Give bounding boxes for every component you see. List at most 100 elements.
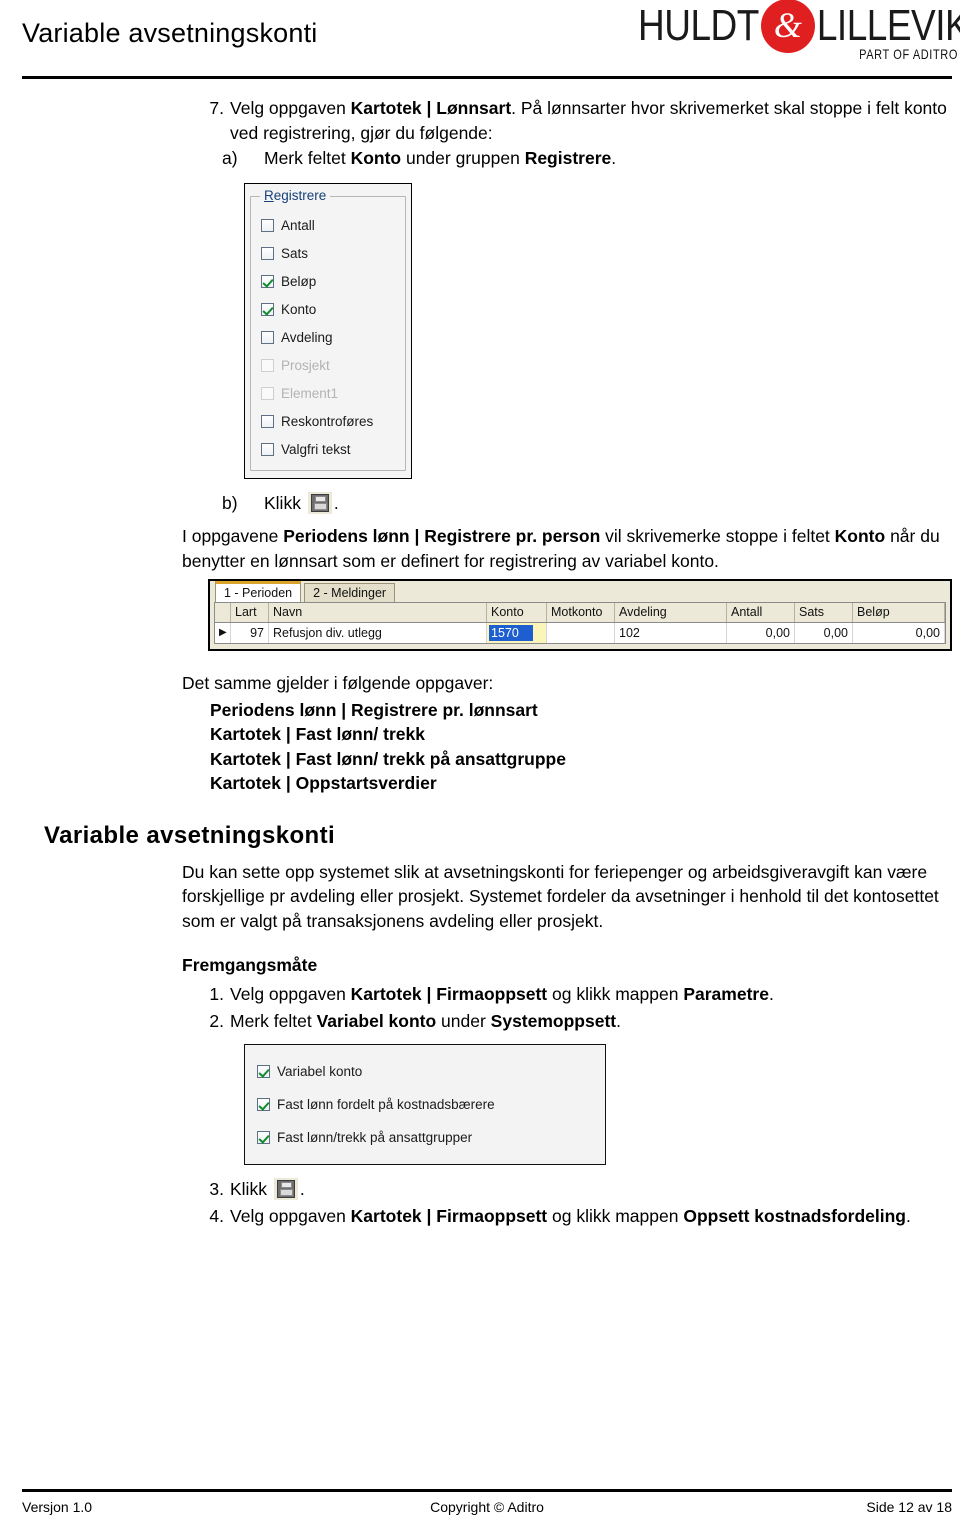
checkbox-label-reskontrofores: Reskontroføres xyxy=(281,413,374,429)
paragraph-oppgavene: I oppgavene Periodens lønn | Registrere … xyxy=(182,524,952,573)
cell-navn[interactable]: Refusjon div. utlegg xyxy=(269,623,487,643)
table-header-row: Lart Navn Konto Motkonto Avdeling Antall… xyxy=(215,603,945,623)
step-7a-text: Merk feltet Konto under gruppen Registre… xyxy=(264,148,616,168)
cell-avdeling[interactable]: 102 xyxy=(615,623,727,643)
checkbox-label-konto: Konto xyxy=(281,301,317,317)
step-4-number: 4. xyxy=(209,1205,224,1226)
step-1-menu-path: Kartotek | Firmaoppsett xyxy=(350,983,548,1004)
header-navn[interactable]: Navn xyxy=(269,603,487,622)
checkbox-icon-sats[interactable] xyxy=(261,246,274,260)
header-konto[interactable]: Konto xyxy=(487,603,547,622)
step-7: 7. Velg oppgaven Kartotek | Lønnsart. På… xyxy=(182,96,952,146)
paragraph-oppgavene-menu-path: Periodens lønn | Registrere pr. person xyxy=(283,526,601,546)
header-sats[interactable]: Sats xyxy=(795,603,853,622)
cell-lart[interactable]: 97 xyxy=(231,623,269,643)
checkbox-row-valgfri-tekst[interactable]: Valgfri tekst xyxy=(261,435,399,463)
checkbox-icon-fast-lonn-ansattgrupper[interactable] xyxy=(257,1130,270,1144)
checkbox-label-prosjekt: Prosjekt xyxy=(281,357,330,373)
grid-tabstrip: 1 - Perioden 2 - Meldinger xyxy=(210,581,950,602)
checkbox-row-belop[interactable]: Beløp xyxy=(261,267,399,295)
logo-wordmark: HULDT & LILLEVIK xyxy=(638,0,960,53)
systemoppsett-panel-screenshot: Variabel konto Fast lønn fordelt på kost… xyxy=(244,1043,606,1165)
checkbox-label-sats: Sats xyxy=(281,245,309,261)
step-7a-marker: a) xyxy=(222,148,238,168)
logo-tagline: PART OF ADITRO xyxy=(859,47,958,63)
checkbox-icon-antall[interactable] xyxy=(261,218,274,232)
table-row[interactable]: ▶ 97 Refusjon div. utlegg 1570 102 0,00 … xyxy=(215,623,945,643)
step-2-group-name: Systemoppsett xyxy=(490,1010,617,1031)
paragraph-oppgavene-c: vil skrivemerke stoppe i feltet xyxy=(600,526,835,546)
footer-page-number: Side 12 av 18 xyxy=(866,1499,952,1515)
checkbox-row-fast-lonn-kostnadsbaerere[interactable]: Fast lønn fordelt på kostnadsbærere xyxy=(257,1088,605,1121)
footer-version: Versjon 1.0 xyxy=(22,1499,93,1515)
checkbox-icon-reskontrofores[interactable] xyxy=(261,414,274,428)
checkbox-label-element1: Element1 xyxy=(281,385,339,401)
header-divider xyxy=(22,76,952,79)
checkbox-row-element1: Element1 xyxy=(261,379,399,407)
document-content: 7. Velg oppgaven Kartotek | Lønnsart. På… xyxy=(0,96,960,1229)
step-7b-period: . xyxy=(333,493,339,513)
header-marker xyxy=(215,603,231,622)
step-7a-text-e: . xyxy=(611,148,617,168)
step-7b-marker: b) xyxy=(222,493,238,513)
page-title: Variable avsetningskonti xyxy=(22,18,318,48)
paragraph-det-samme: Det samme gjelder i følgende oppgaver: xyxy=(182,673,494,693)
checkbox-icon-prosjekt xyxy=(261,358,274,372)
logo-ampersand-badge: & xyxy=(760,0,815,53)
step-3: 3. Klikk . xyxy=(182,1177,952,1202)
checkbox-row-reskontrofores[interactable]: Reskontroføres xyxy=(261,407,399,435)
step-4-text: Velg oppgaven Kartotek | Firmaoppsett og… xyxy=(230,1205,911,1226)
registrere-title-accel: R xyxy=(264,188,274,203)
checkbox-icon-variabel-konto[interactable] xyxy=(257,1064,270,1078)
cell-sats[interactable]: 0,00 xyxy=(795,623,853,643)
registrere-title-rest: egistrere xyxy=(273,188,327,203)
step-7a: a) Merk feltet Konto under gruppen Regis… xyxy=(222,146,952,171)
logo-text-left: HULDT xyxy=(638,1,759,50)
registrere-groupbox-title: Registrere xyxy=(260,188,331,203)
header-antall[interactable]: Antall xyxy=(727,603,795,622)
footer-divider xyxy=(22,1489,952,1492)
checkbox-icon-avdeling[interactable] xyxy=(261,330,274,344)
checkbox-label-fast-lonn-ansattgrupper: Fast lønn/trekk på ansattgrupper xyxy=(277,1129,473,1145)
checkbox-icon-belop[interactable] xyxy=(261,274,274,288)
step-7b: b) Klikk . xyxy=(222,491,952,516)
tab-perioden[interactable]: 1 - Perioden xyxy=(215,581,302,602)
save-icon xyxy=(307,492,332,514)
checkbox-row-fast-lonn-ansattgrupper[interactable]: Fast lønn/trekk på ansattgrupper xyxy=(257,1121,605,1154)
transactions-table: Lart Navn Konto Motkonto Avdeling Antall… xyxy=(214,602,946,644)
checkbox-row-konto[interactable]: Konto xyxy=(261,295,399,323)
cell-motkonto[interactable] xyxy=(547,623,615,643)
step-1-text: Velg oppgaven Kartotek | Firmaoppsett og… xyxy=(230,983,774,1004)
checkbox-row-variabel-konto[interactable]: Variabel konto xyxy=(257,1055,605,1088)
header-motkonto[interactable]: Motkonto xyxy=(547,603,615,622)
step-7-text: Velg oppgaven Kartotek | Lønnsart. På lø… xyxy=(230,98,947,143)
header-avdeling[interactable]: Avdeling xyxy=(615,603,727,622)
company-logo: HULDT & LILLEVIK PART OF ADITRO xyxy=(638,0,960,68)
checkbox-row-prosjekt: Prosjekt xyxy=(261,351,399,379)
checkbox-row-avdeling[interactable]: Avdeling xyxy=(261,323,399,351)
footer-copyright: Copyright © Aditro xyxy=(430,1499,544,1515)
checkbox-icon-fast-lonn-kostnadsbaerere[interactable] xyxy=(257,1097,270,1111)
cell-belop[interactable]: 0,00 xyxy=(853,623,945,643)
page-header: Variable avsetningskonti HULDT & LILLEVI… xyxy=(0,0,960,79)
checkbox-icon-valgfri-tekst[interactable] xyxy=(261,442,274,456)
checkbox-icon-element1 xyxy=(261,386,274,400)
logo-text-right: LILLEVIK xyxy=(816,1,960,50)
checkbox-row-sats[interactable]: Sats xyxy=(261,239,399,267)
footer-row: Versjon 1.0 Copyright © Aditro Side 12 a… xyxy=(22,1497,952,1517)
step-1-tab-name: Parametre xyxy=(683,983,769,1004)
step-7-text-a: Velg oppgaven xyxy=(230,98,351,118)
checkbox-label-belop: Beløp xyxy=(281,273,317,289)
header-belop[interactable]: Beløp xyxy=(853,603,945,622)
save-icon xyxy=(273,1177,298,1200)
cell-konto[interactable]: 1570 xyxy=(487,623,547,643)
checkbox-row-antall[interactable]: Antall xyxy=(261,211,399,239)
registrere-groupbox: Registrere Antall Sats Beløp Konto Avdel… xyxy=(250,188,406,471)
paragraph-oppgavene-a: I oppgavene xyxy=(182,526,284,546)
step-7-number: 7. xyxy=(209,98,224,118)
header-lart[interactable]: Lart xyxy=(231,603,269,622)
tab-meldinger[interactable]: 2 - Meldinger xyxy=(304,583,396,602)
step-3-number: 3. xyxy=(209,1178,224,1199)
checkbox-icon-konto[interactable] xyxy=(261,302,274,316)
cell-antall[interactable]: 0,00 xyxy=(727,623,795,643)
